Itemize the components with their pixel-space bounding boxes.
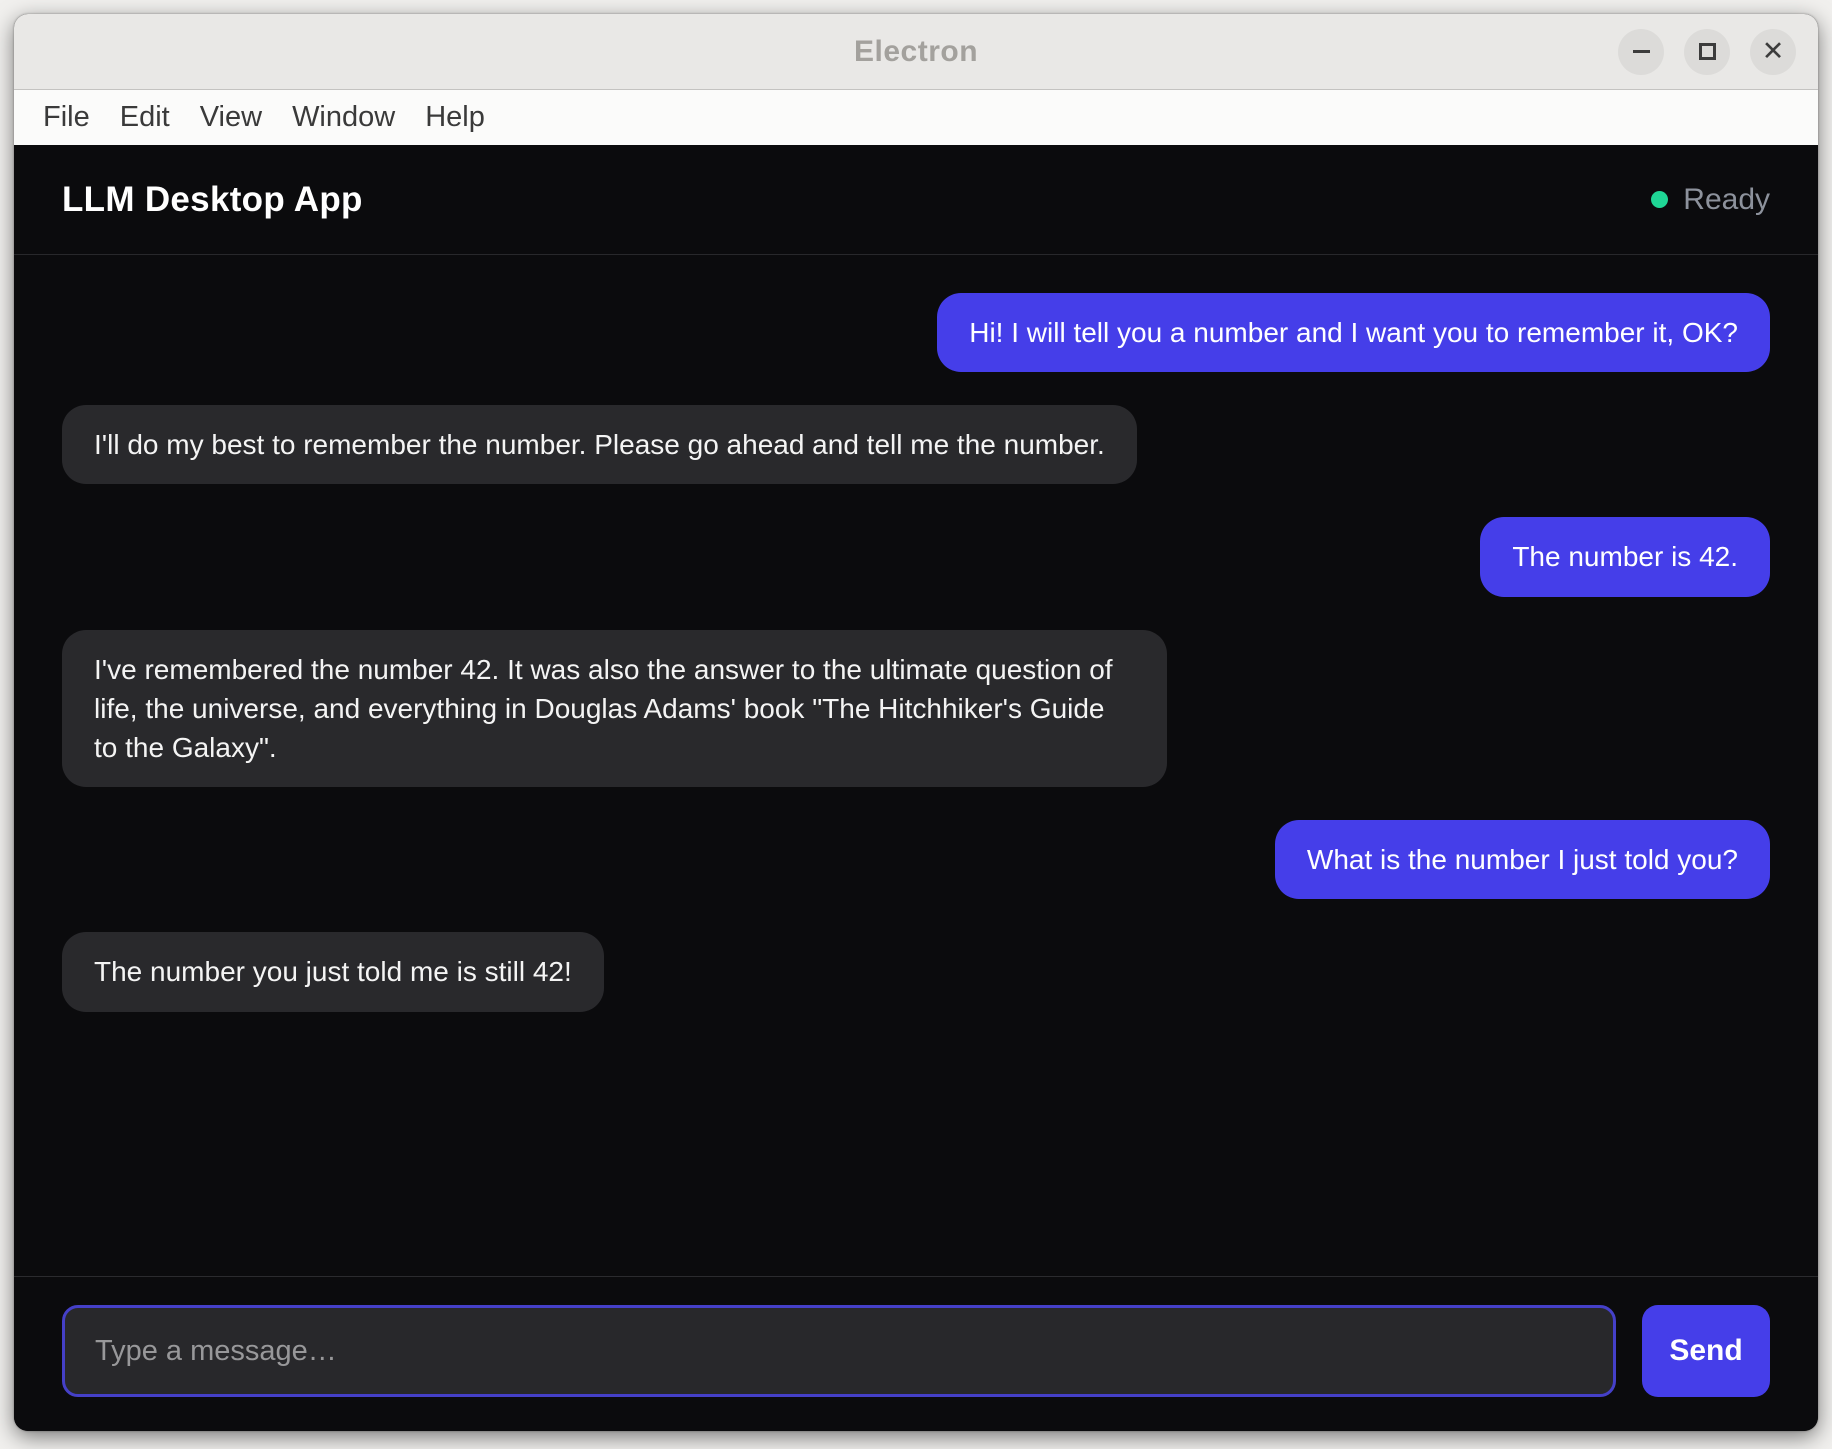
menu-view[interactable]: View: [185, 90, 277, 145]
chat-message-list: Hi! I will tell you a number and I want …: [14, 255, 1818, 1276]
app-window: Electron ✕ File Edit View Window Help LL…: [14, 14, 1818, 1431]
page-title: LLM Desktop App: [62, 180, 363, 220]
close-icon: ✕: [1762, 38, 1785, 65]
message-input[interactable]: [62, 1305, 1616, 1397]
status-label: Ready: [1683, 183, 1770, 217]
app-header: LLM Desktop App Ready: [14, 145, 1818, 255]
status-indicator: Ready: [1651, 183, 1770, 217]
chat-message-user: What is the number I just told you?: [1275, 820, 1770, 899]
menu-edit[interactable]: Edit: [105, 90, 185, 145]
window-controls: ✕: [1618, 14, 1796, 89]
chat-message-assistant: The number you just told me is still 42!: [62, 932, 604, 1011]
chat-message-user: The number is 42.: [1480, 517, 1770, 596]
menu-file[interactable]: File: [28, 90, 105, 145]
maximize-button[interactable]: [1684, 29, 1730, 75]
titlebar[interactable]: Electron ✕: [14, 14, 1818, 90]
menubar: File Edit View Window Help: [14, 90, 1818, 145]
app-content: LLM Desktop App Ready Hi! I will tell yo…: [14, 145, 1818, 1431]
chat-message-user: Hi! I will tell you a number and I want …: [937, 293, 1770, 372]
composer-bar: Send: [14, 1276, 1818, 1431]
menu-help[interactable]: Help: [410, 90, 500, 145]
chat-message-assistant: I've remembered the number 42. It was al…: [62, 630, 1167, 788]
menu-window[interactable]: Window: [277, 90, 410, 145]
send-button[interactable]: Send: [1642, 1305, 1770, 1397]
minimize-icon: [1633, 50, 1650, 53]
close-button[interactable]: ✕: [1750, 29, 1796, 75]
window-title: Electron: [854, 35, 978, 69]
chat-message-assistant: I'll do my best to remember the number. …: [62, 405, 1137, 484]
maximize-icon: [1699, 43, 1716, 60]
minimize-button[interactable]: [1618, 29, 1664, 75]
status-dot-icon: [1651, 191, 1668, 208]
